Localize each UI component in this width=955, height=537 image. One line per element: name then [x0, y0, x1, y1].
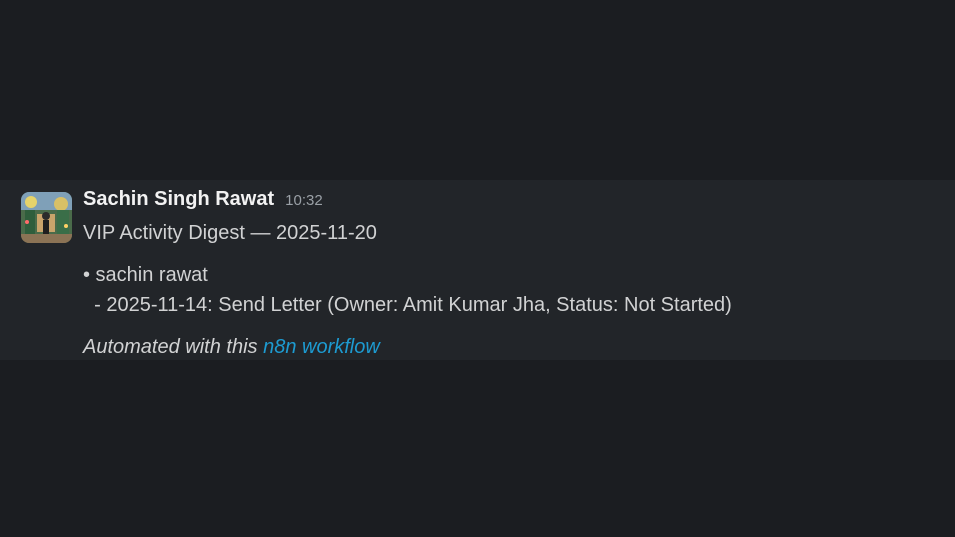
automation-footer: Automated with this n8n workflow: [83, 332, 935, 362]
footer-text: Automated with this: [83, 336, 264, 358]
digest-title: VIP Activity Digest — 2025-11-20: [83, 222, 377, 244]
message-content: Sachin Singh Rawat 10:32 VIP Activity Di…: [83, 188, 935, 362]
sender-name[interactable]: Sachin Singh Rawat: [83, 188, 274, 211]
message-timestamp[interactable]: 10:32: [285, 192, 323, 209]
avatar[interactable]: [21, 192, 72, 243]
bullet-item: • sachin rawat: [83, 264, 208, 286]
n8n-workflow-link[interactable]: n8n workflow: [263, 336, 380, 358]
message-header: Sachin Singh Rawat 10:32: [83, 188, 935, 216]
message-row: Sachin Singh Rawat 10:32 VIP Activity Di…: [0, 180, 955, 360]
avatar-photo-icon: [21, 192, 72, 243]
activity-item: - 2025-11-14: Send Letter (Owner: Amit K…: [83, 294, 732, 316]
